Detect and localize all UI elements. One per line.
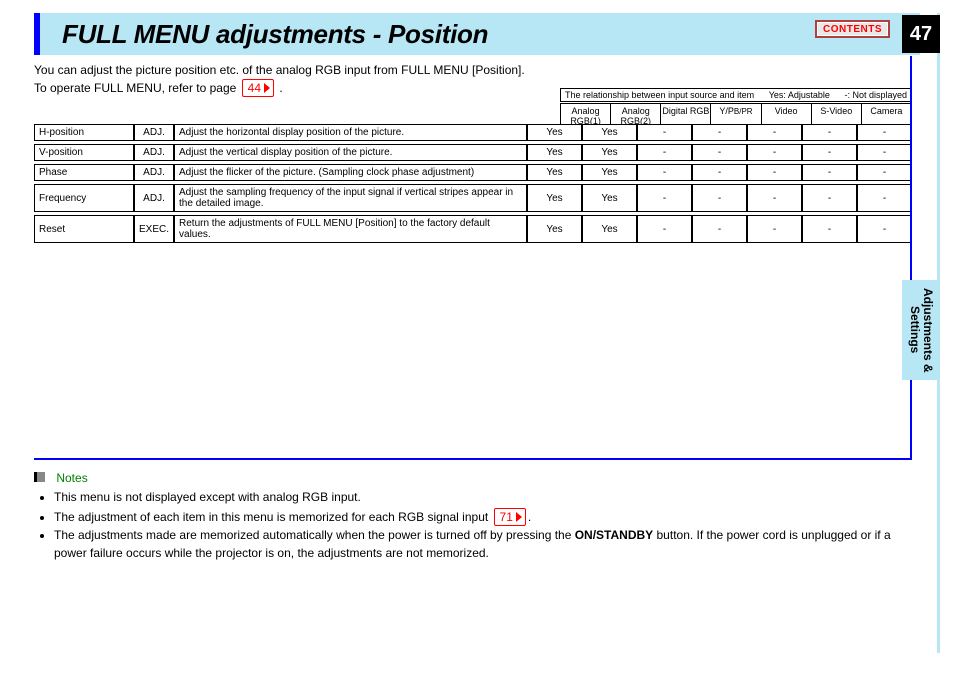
cell-src: - <box>857 144 912 161</box>
adjustments-table: H-positionADJ.Adjust the horizontal disp… <box>34 121 912 246</box>
cell-desc: Adjust the sampling frequency of the inp… <box>174 184 527 212</box>
page-title: FULL MENU adjustments - Position <box>62 19 488 50</box>
cell-src: - <box>747 144 802 161</box>
table-row: FrequencyADJ.Adjust the sampling frequen… <box>34 184 912 212</box>
cell-src: Yes <box>527 124 582 141</box>
table-row: ResetEXEC.Return the adjustments of FULL… <box>34 215 912 243</box>
cell-src: - <box>857 215 912 243</box>
relationship-caption: The relationship between input source an… <box>560 88 912 102</box>
page-ref-44[interactable]: 44 <box>242 79 274 97</box>
rel-caption-left: The relationship between input source an… <box>565 90 754 100</box>
note-marker-icon <box>34 472 45 482</box>
cell-src: Yes <box>527 144 582 161</box>
cell-desc: Adjust the horizontal display position o… <box>174 124 527 141</box>
table-row: V-positionADJ.Adjust the vertical displa… <box>34 144 912 161</box>
cell-src: Yes <box>527 215 582 243</box>
note-text-a: The adjustments made are memorized autom… <box>54 528 575 542</box>
note-text-b: . <box>528 510 531 524</box>
cell-src: - <box>637 144 692 161</box>
cell-src: - <box>692 124 747 141</box>
cell-src: - <box>637 215 692 243</box>
cell-src: - <box>747 215 802 243</box>
cell-src: Yes <box>582 164 637 181</box>
cell-type: ADJ. <box>134 144 174 161</box>
notes-section: Notes This menu is not displayed except … <box>34 470 912 563</box>
cell-src: - <box>692 164 747 181</box>
rel-caption-mid: Yes: Adjustable <box>769 90 830 100</box>
cell-src: - <box>692 184 747 212</box>
intro-line-2a: To operate FULL MENU, refer to page <box>34 81 240 95</box>
table-row: H-positionADJ.Adjust the horizontal disp… <box>34 124 912 141</box>
intro-line-2b: . <box>279 81 282 95</box>
note-item: The adjustment of each item in this menu… <box>54 508 912 526</box>
cell-type: ADJ. <box>134 184 174 212</box>
cell-name: Reset <box>34 215 134 243</box>
page-header: FULL MENU adjustments - Position <box>34 13 920 55</box>
cell-src: - <box>802 164 857 181</box>
page-ref-71[interactable]: 71 <box>494 508 526 526</box>
col-ypbpr-sub: B/PR <box>734 107 753 116</box>
cell-src: Yes <box>527 164 582 181</box>
note-item: The adjustments made are memorized autom… <box>54 527 912 562</box>
cell-desc: Adjust the flicker of the picture. (Samp… <box>174 164 527 181</box>
cell-src: - <box>857 184 912 212</box>
side-tab-label: Adjustments & Settings <box>908 280 934 380</box>
note-text-a: This menu is not displayed except with a… <box>54 490 361 504</box>
cell-name: V-position <box>34 144 134 161</box>
cell-name: Phase <box>34 164 134 181</box>
col-ypbpr-main: Y/P <box>719 106 734 116</box>
cell-src: Yes <box>527 184 582 212</box>
page: FULL MENU adjustments - Position CONTENT… <box>0 0 954 676</box>
cell-src: - <box>857 124 912 141</box>
cell-src: - <box>802 215 857 243</box>
cell-src: Yes <box>582 144 637 161</box>
cell-src: - <box>802 184 857 212</box>
note-item: This menu is not displayed except with a… <box>54 489 912 506</box>
side-tab: Adjustments & Settings <box>902 280 940 380</box>
cell-desc: Return the adjustments of FULL MENU [Pos… <box>174 215 527 243</box>
cell-src: - <box>637 184 692 212</box>
table-row: PhaseADJ.Adjust the flicker of the pictu… <box>34 164 912 181</box>
cell-src: Yes <box>582 215 637 243</box>
notes-list: This menu is not displayed except with a… <box>34 489 912 562</box>
rel-caption-right: -: Not displayed <box>844 90 907 100</box>
cell-type: EXEC. <box>134 215 174 243</box>
note-text-a: The adjustment of each item in this menu… <box>54 510 492 524</box>
cell-name: H-position <box>34 124 134 141</box>
cell-src: - <box>802 144 857 161</box>
intro-line-1: You can adjust the picture position etc.… <box>34 62 904 79</box>
cell-src: - <box>692 215 747 243</box>
contents-button[interactable]: CONTENTS <box>815 20 890 38</box>
cell-src: - <box>857 164 912 181</box>
cell-src: - <box>747 184 802 212</box>
cell-type: ADJ. <box>134 164 174 181</box>
cell-src: - <box>692 144 747 161</box>
cell-name: Frequency <box>34 184 134 212</box>
page-number: 47 <box>902 15 940 53</box>
cell-desc: Adjust the vertical display position of … <box>174 144 527 161</box>
cell-src: Yes <box>582 124 637 141</box>
notes-title: Notes <box>56 471 87 485</box>
cell-src: - <box>747 124 802 141</box>
note-bold: ON/STANDBY <box>575 528 653 542</box>
cell-src: - <box>802 124 857 141</box>
cell-type: ADJ. <box>134 124 174 141</box>
cell-src: - <box>637 164 692 181</box>
cell-src: - <box>637 124 692 141</box>
cell-src: - <box>747 164 802 181</box>
cell-src: Yes <box>582 184 637 212</box>
notes-heading: Notes <box>34 470 912 487</box>
